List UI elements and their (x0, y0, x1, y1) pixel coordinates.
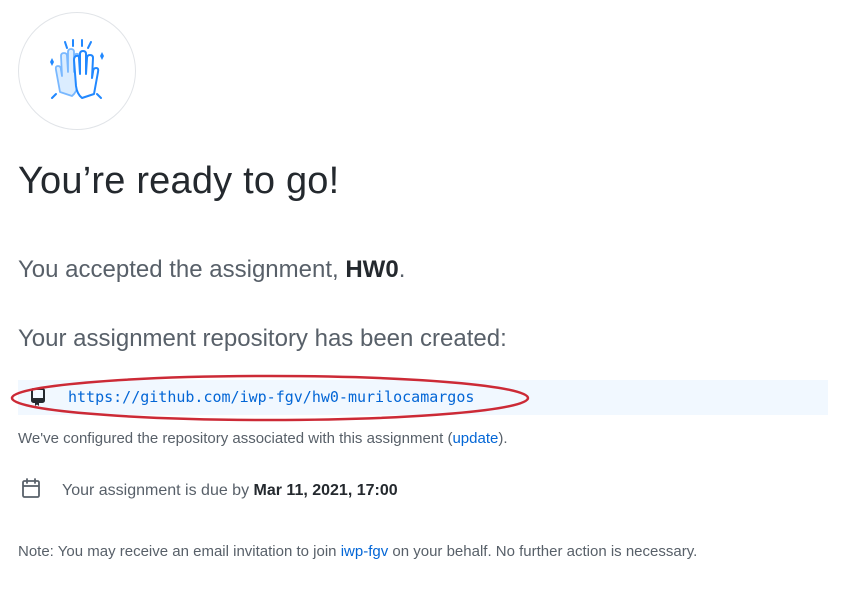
note-text-before: Note: You may receive an email invitatio… (18, 543, 341, 560)
configured-text: We've configured the repository associat… (18, 430, 508, 447)
high-five-icon (50, 39, 104, 99)
repo-created-heading: Your assignment repository has been crea… (18, 325, 507, 352)
update-link[interactable]: update (452, 430, 498, 447)
org-link[interactable]: iwp-fgv (341, 543, 389, 560)
configured-text-after: ). (498, 430, 508, 447)
repo-url-link[interactable]: https://github.com/iwp-fgv/hw0-murilocam… (68, 388, 474, 406)
due-date-text: Your assignment is due by Mar 11, 2021, … (62, 482, 398, 500)
high-five-avatar (18, 12, 136, 130)
accepted-prefix: You accepted the assignment, (18, 256, 346, 283)
due-date-row: Your assignment is due by Mar 11, 2021, … (22, 478, 398, 503)
assignment-accepted-text: You accepted the assignment, HW0. (18, 256, 405, 284)
configured-text-before: We've configured the repository associat… (18, 430, 453, 447)
due-prefix: Your assignment is due by (62, 481, 254, 499)
assignment-name: HW0 (345, 256, 399, 283)
calendar-icon (22, 478, 40, 503)
due-date-value: Mar 11, 2021, 17:00 (253, 481, 398, 499)
repo-url-box: https://github.com/iwp-fgv/hw0-murilocam… (18, 380, 828, 415)
note-text-after: on your behalf. No further action is nec… (388, 543, 698, 560)
repo-icon (30, 388, 46, 411)
accepted-suffix: . (398, 256, 406, 283)
page-title: You’re ready to go! (18, 160, 340, 202)
invitation-note: Note: You may receive an email invitatio… (18, 539, 778, 565)
